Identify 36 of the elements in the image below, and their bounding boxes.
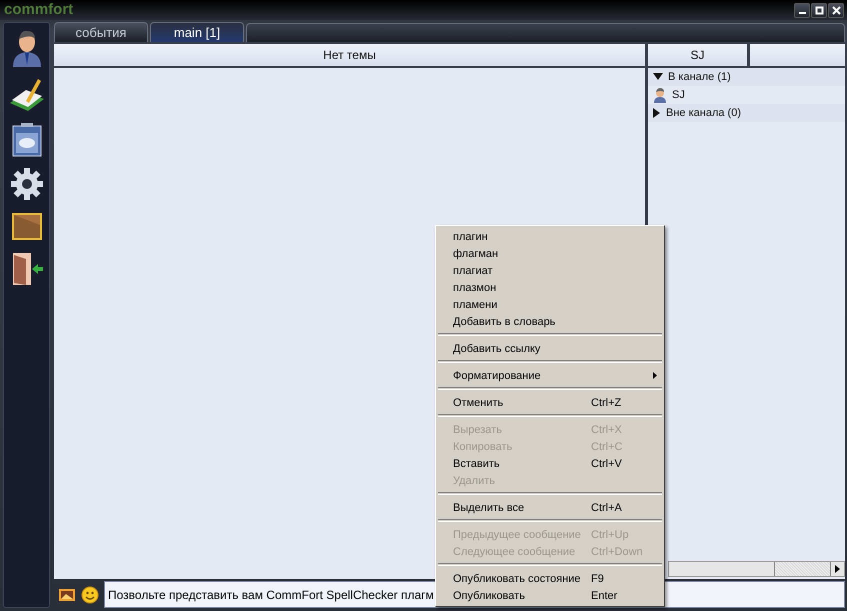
scrollbar[interactable] (668, 561, 845, 577)
picture-icon[interactable] (58, 586, 76, 602)
column-header: SJ (648, 44, 747, 66)
user-name[interactable]: SJ (672, 89, 685, 101)
folder-icon[interactable] (10, 211, 42, 241)
collapse-arrow-icon[interactable] (653, 73, 663, 81)
app-logo: commfort (4, 2, 74, 18)
menu-item[interactable]: Выделить все Ctrl+A (436, 499, 664, 516)
menu-item[interactable]: Отменить Ctrl+Z (436, 394, 664, 411)
minimize-button[interactable] (794, 2, 810, 18)
expand-arrow-icon[interactable] (653, 108, 661, 118)
close-button[interactable] (828, 2, 844, 18)
minimize-icon (798, 12, 806, 14)
menu-item[interactable]: плагин (436, 228, 664, 245)
chat-window-icon[interactable] (10, 123, 42, 157)
user-icon (653, 87, 667, 103)
menu-item[interactable]: Добавить ссылку (436, 340, 664, 357)
topic-header: Нет темы (54, 44, 645, 66)
menu-item[interactable]: пламени (436, 296, 664, 313)
notepad-pencil-icon[interactable] (8, 77, 46, 113)
menu-item[interactable]: флагман (436, 245, 664, 262)
maximize-icon (814, 6, 824, 14)
menu-item[interactable]: Добавить в словарь (436, 313, 664, 330)
close-icon (832, 6, 840, 14)
smiley-icon[interactable] (81, 586, 99, 604)
menu-item[interactable]: Опубликовать Enter (436, 587, 664, 604)
scroll-right-arrow-icon[interactable] (835, 565, 840, 573)
menu-item[interactable]: плагиат (436, 262, 664, 279)
menu-item[interactable]: Вставить Ctrl+V (436, 455, 664, 472)
settings-icon[interactable] (10, 167, 44, 201)
menu-item[interactable]: Форматирование (436, 367, 664, 384)
menu-item[interactable]: плазмон (436, 279, 664, 296)
tab[interactable]: события (54, 22, 148, 42)
submenu-arrow-icon (653, 372, 657, 379)
maximize-button[interactable] (811, 2, 827, 18)
tab[interactable]: main [1] (150, 22, 244, 42)
